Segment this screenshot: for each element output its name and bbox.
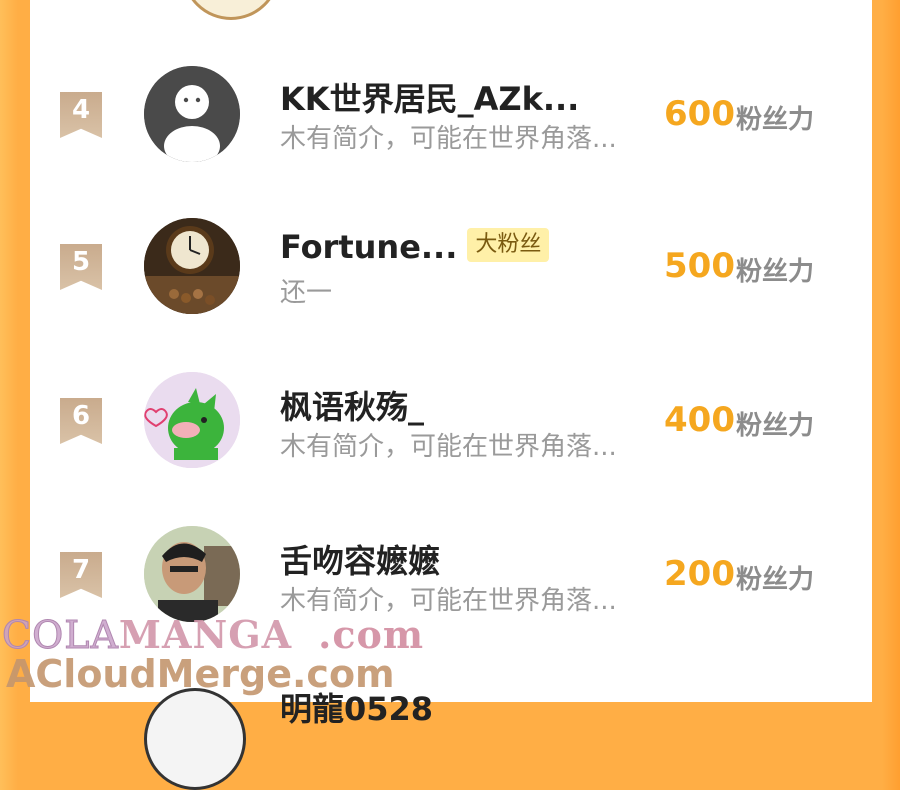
rank-badge: 6 — [60, 398, 102, 444]
green-dinosaur — [144, 372, 240, 468]
fan-score-unit: 粉丝力 — [736, 565, 815, 595]
fan-score: 600 — [664, 94, 735, 134]
fan-ranking-panel: 4 KK世界居民_AZk... 木有简介，可能在世界角落... 600 粉丝力 … — [30, 0, 872, 702]
watermark-part: .com — [318, 612, 425, 657]
man-photo — [144, 526, 240, 622]
fan-level-badge: 大粉丝 — [467, 228, 550, 262]
avatar[interactable] — [182, 0, 280, 20]
watermark: COLAMANGA .com — [2, 612, 425, 658]
fan-score: 400 — [664, 400, 735, 440]
user-name[interactable]: 舌吻容嬷嬷 — [280, 536, 440, 582]
watermark-part: MANGA — [118, 612, 293, 657]
watermark: ACloudMerge.com — [6, 652, 395, 696]
user-name[interactable]: 枫语秋殇_ — [280, 382, 424, 428]
list-item[interactable]: 6 枫语秋殇_ 木有简介，可能在世界角落... 400 粉丝力 — [30, 352, 872, 492]
user-bio: 木有简介，可能在世界角落... — [280, 124, 617, 154]
fan-score: 500 — [664, 246, 735, 286]
watermark-part: COLA — [2, 613, 119, 658]
user-name[interactable]: Fortune... 大粉丝 — [280, 228, 550, 266]
rank-badge: 4 — [60, 92, 102, 138]
rank-badge: 5 — [60, 244, 102, 290]
avatar[interactable] — [144, 526, 240, 622]
rank-badge: 7 — [60, 552, 102, 598]
user-bio: 木有简介，可能在世界角落... — [280, 432, 617, 462]
list-item[interactable]: 4 KK世界居民_AZk... 木有简介，可能在世界角落... 600 粉丝力 — [30, 44, 872, 184]
user-name-text[interactable]: Fortune... — [280, 228, 457, 266]
clock-photo — [144, 218, 240, 314]
fan-score: 200 — [664, 554, 735, 594]
fan-score-unit: 粉丝力 — [736, 411, 815, 441]
avatar[interactable] — [144, 688, 246, 790]
avatar[interactable] — [144, 372, 240, 468]
fan-score-unit: 粉丝力 — [736, 257, 815, 287]
user-name[interactable]: KK世界居民_AZk... — [280, 74, 579, 120]
fan-score-unit: 粉丝力 — [736, 105, 815, 135]
user-bio: 还一 — [280, 278, 333, 308]
default-user-icon — [144, 66, 240, 162]
avatar[interactable] — [144, 218, 240, 314]
avatar[interactable] — [144, 66, 240, 162]
list-item[interactable]: 5 Fortune... 大粉丝 还一 500 粉丝力 — [30, 198, 872, 338]
